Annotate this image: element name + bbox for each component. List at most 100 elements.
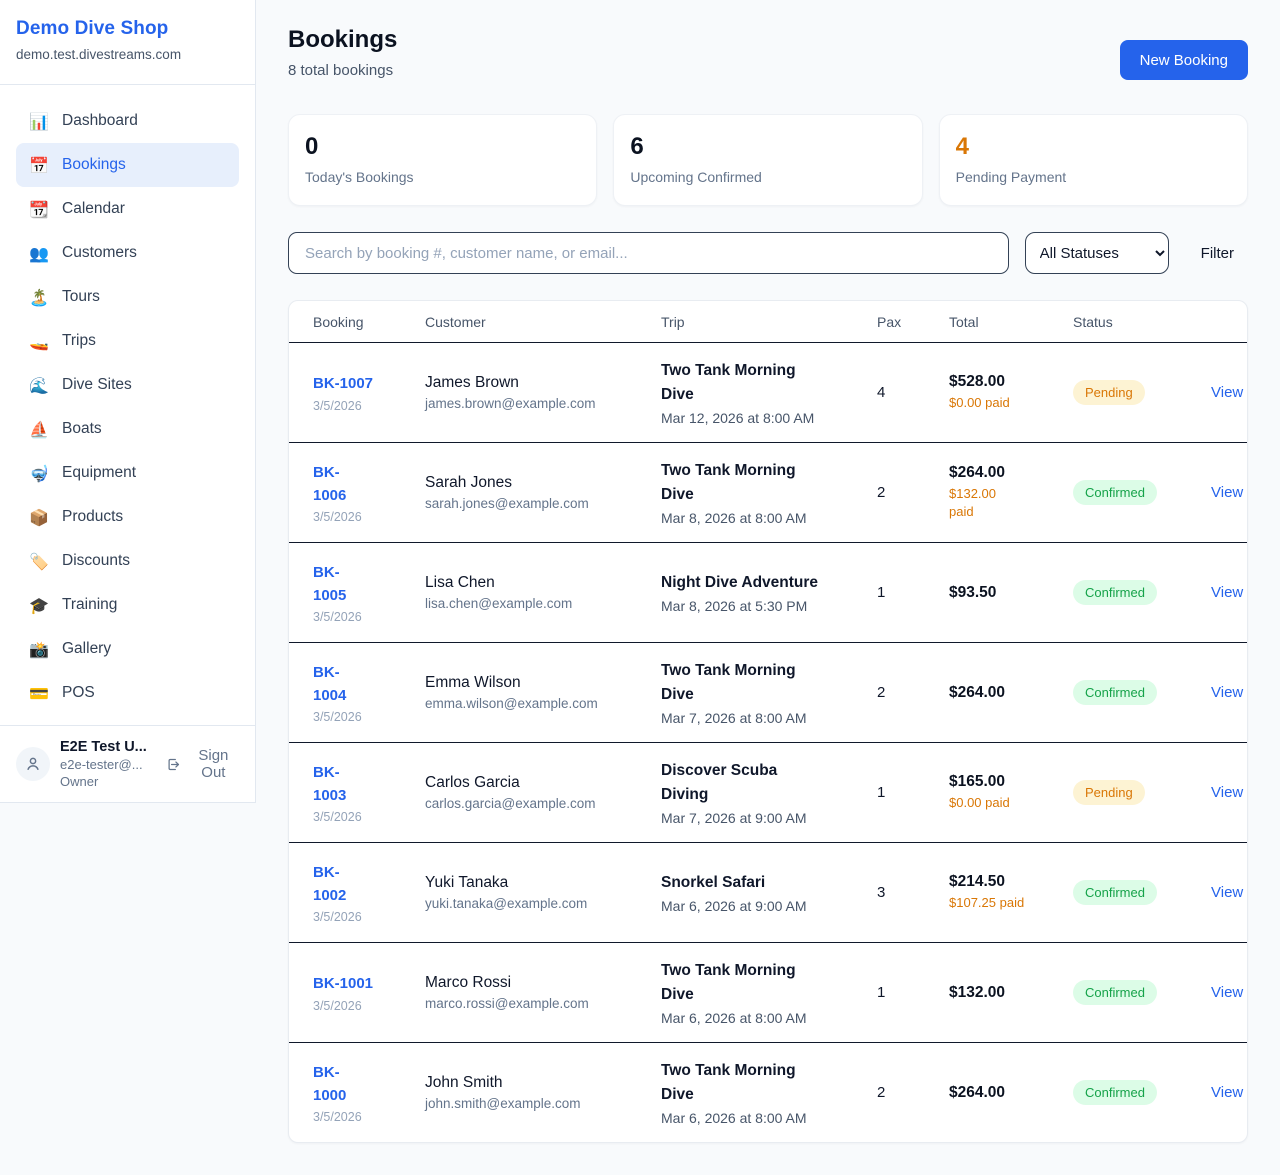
- status-filter-select[interactable]: All Statuses: [1025, 232, 1169, 274]
- sidebar-item-trips[interactable]: 🚤 Trips: [16, 319, 239, 363]
- status-cell: Pending: [1073, 380, 1192, 405]
- trip-cell: Night Dive Adventure Mar 8, 2026 at 5:30…: [661, 571, 877, 614]
- trip-name: Discover Scuba Diving: [661, 759, 877, 806]
- shop-name: Demo Dive Shop: [16, 18, 239, 40]
- wave-icon: 🌊: [29, 376, 49, 395]
- view-link[interactable]: View: [1192, 684, 1243, 701]
- column-header-booking: Booking: [313, 314, 425, 330]
- tours-island-icon: 🏝️: [29, 288, 49, 307]
- sidebar-item-equipment[interactable]: 🤿 Equipment: [16, 451, 239, 495]
- user-email: e2e-tester@...: [60, 757, 156, 772]
- sign-out-button[interactable]: Sign Out: [166, 747, 239, 781]
- total-amount: $264.00: [949, 1084, 1073, 1102]
- sidebar-item-dashboard[interactable]: 📊 Dashboard: [16, 99, 239, 143]
- total-cell: $528.00 $0.00 paid: [949, 373, 1073, 412]
- user-name: E2E Test U...: [60, 739, 156, 755]
- paid-amount: $0.00 paid: [949, 394, 1073, 412]
- pax-cell: 1: [877, 984, 949, 1001]
- table-row: BK-1007 3/5/2026 James Brown james.brown…: [289, 342, 1247, 442]
- sidebar-item-label: Products: [62, 508, 123, 526]
- logout-icon: [166, 756, 181, 773]
- trip-cell: Snorkel Safari Mar 6, 2026 at 9:00 AM: [661, 871, 877, 914]
- sidebar-item-customers[interactable]: 👥 Customers: [16, 231, 239, 275]
- view-link[interactable]: View: [1192, 784, 1243, 801]
- customer-cell: Lisa Chen lisa.chen@example.com: [425, 574, 661, 611]
- sidebar-item-bookings[interactable]: 📅 Bookings: [16, 143, 239, 187]
- sidebar-item-dive-sites[interactable]: 🌊 Dive Sites: [16, 363, 239, 407]
- sidebar-item-calendar[interactable]: 📆 Calendar: [16, 187, 239, 231]
- booking-id-link[interactable]: BK- 1002: [313, 861, 425, 908]
- booking-date: 3/5/2026: [313, 710, 425, 724]
- user-section: E2E Test U... e2e-tester@... Owner Sign …: [0, 725, 255, 802]
- total-amount: $165.00: [949, 773, 1073, 791]
- booking-date: 3/5/2026: [313, 399, 425, 413]
- status-cell: Confirmed: [1073, 1080, 1192, 1105]
- view-link[interactable]: View: [1192, 984, 1243, 1001]
- booking-id-link[interactable]: BK- 1000: [313, 1061, 425, 1108]
- status-badge: Confirmed: [1073, 980, 1157, 1005]
- view-link[interactable]: View: [1192, 884, 1243, 901]
- booking-cell: BK- 1005 3/5/2026: [313, 561, 425, 625]
- booking-id-link[interactable]: BK- 1003: [313, 761, 425, 808]
- booking-id-link[interactable]: BK- 1004: [313, 661, 425, 708]
- column-header-pax: Pax: [877, 314, 949, 330]
- table-row: BK- 1006 3/5/2026 Sarah Jones sarah.jone…: [289, 442, 1247, 542]
- sidebar-item-label: Dive Sites: [62, 376, 132, 394]
- sidebar-item-training[interactable]: 🎓 Training: [16, 583, 239, 627]
- view-link[interactable]: View: [1192, 484, 1243, 501]
- stat-card-upcoming-confirmed: 6 Upcoming Confirmed: [613, 114, 922, 206]
- sidebar-item-label: Bookings: [62, 156, 126, 174]
- sidebar-item-discounts[interactable]: 🏷️ Discounts: [16, 539, 239, 583]
- booking-id-link[interactable]: BK- 1006: [313, 461, 425, 508]
- customer-name: Yuki Tanaka: [425, 874, 661, 892]
- table-row: BK- 1002 3/5/2026 Yuki Tanaka yuki.tanak…: [289, 842, 1247, 942]
- column-header-status: Status: [1073, 314, 1192, 330]
- stat-label: Pending Payment: [956, 169, 1231, 185]
- sidebar-item-products[interactable]: 📦 Products: [16, 495, 239, 539]
- customer-email: carlos.garcia@example.com: [425, 796, 661, 811]
- customer-cell: Marco Rossi marco.rossi@example.com: [425, 974, 661, 1011]
- status-badge: Confirmed: [1073, 680, 1157, 705]
- new-booking-button[interactable]: New Booking: [1120, 40, 1248, 80]
- stat-card-todays-bookings: 0 Today's Bookings: [288, 114, 597, 206]
- booking-id-link[interactable]: BK- 1005: [313, 561, 425, 608]
- customer-name: Marco Rossi: [425, 974, 661, 992]
- pax-cell: 1: [877, 784, 949, 801]
- customer-name: John Smith: [425, 1074, 661, 1092]
- customer-email: marco.rossi@example.com: [425, 996, 661, 1011]
- sidebar-item-label: Training: [62, 596, 117, 614]
- sidebar-item-tours[interactable]: 🏝️ Tours: [16, 275, 239, 319]
- pax-cell: 3: [877, 884, 949, 901]
- booking-id-link[interactable]: BK-1007: [313, 372, 425, 395]
- status-badge: Confirmed: [1073, 1080, 1157, 1105]
- sidebar-item-gallery[interactable]: 📸 Gallery: [16, 627, 239, 671]
- customer-email: john.smith@example.com: [425, 1096, 661, 1111]
- search-input[interactable]: [288, 232, 1009, 274]
- total-amount: $264.00: [949, 684, 1073, 702]
- booking-date: 3/5/2026: [313, 810, 425, 824]
- view-link[interactable]: View: [1192, 384, 1243, 401]
- booking-cell: BK-1001 3/5/2026: [313, 972, 425, 1012]
- view-link[interactable]: View: [1192, 1084, 1243, 1101]
- user-meta: E2E Test U... e2e-tester@... Owner: [60, 739, 156, 789]
- customer-cell: Carlos Garcia carlos.garcia@example.com: [425, 774, 661, 811]
- status-badge: Pending: [1073, 780, 1145, 805]
- table-header-row: Booking Customer Trip Pax Total Status: [289, 301, 1247, 342]
- customer-cell: Sarah Jones sarah.jones@example.com: [425, 474, 661, 511]
- trip-datetime: Mar 6, 2026 at 8:00 AM: [661, 1110, 877, 1126]
- total-cell: $132.00: [949, 984, 1073, 1002]
- sidebar-item-boats[interactable]: ⛵ Boats: [16, 407, 239, 451]
- page-header: Bookings 8 total bookings New Booking: [288, 26, 1248, 80]
- sidebar-item-pos[interactable]: 💳 POS: [16, 671, 239, 715]
- customer-name: Carlos Garcia: [425, 774, 661, 792]
- customer-cell: John Smith john.smith@example.com: [425, 1074, 661, 1111]
- trip-datetime: Mar 6, 2026 at 9:00 AM: [661, 898, 877, 914]
- booking-id-link[interactable]: BK-1001: [313, 972, 425, 995]
- customer-cell: James Brown james.brown@example.com: [425, 374, 661, 411]
- trip-cell: Two Tank Morning Dive Mar 6, 2026 at 8:0…: [661, 959, 877, 1026]
- filter-button[interactable]: Filter: [1201, 245, 1234, 262]
- sidebar-item-label: Gallery: [62, 640, 111, 658]
- booking-date: 3/5/2026: [313, 910, 425, 924]
- view-link[interactable]: View: [1192, 584, 1243, 601]
- trip-cell: Discover Scuba Diving Mar 7, 2026 at 9:0…: [661, 759, 877, 826]
